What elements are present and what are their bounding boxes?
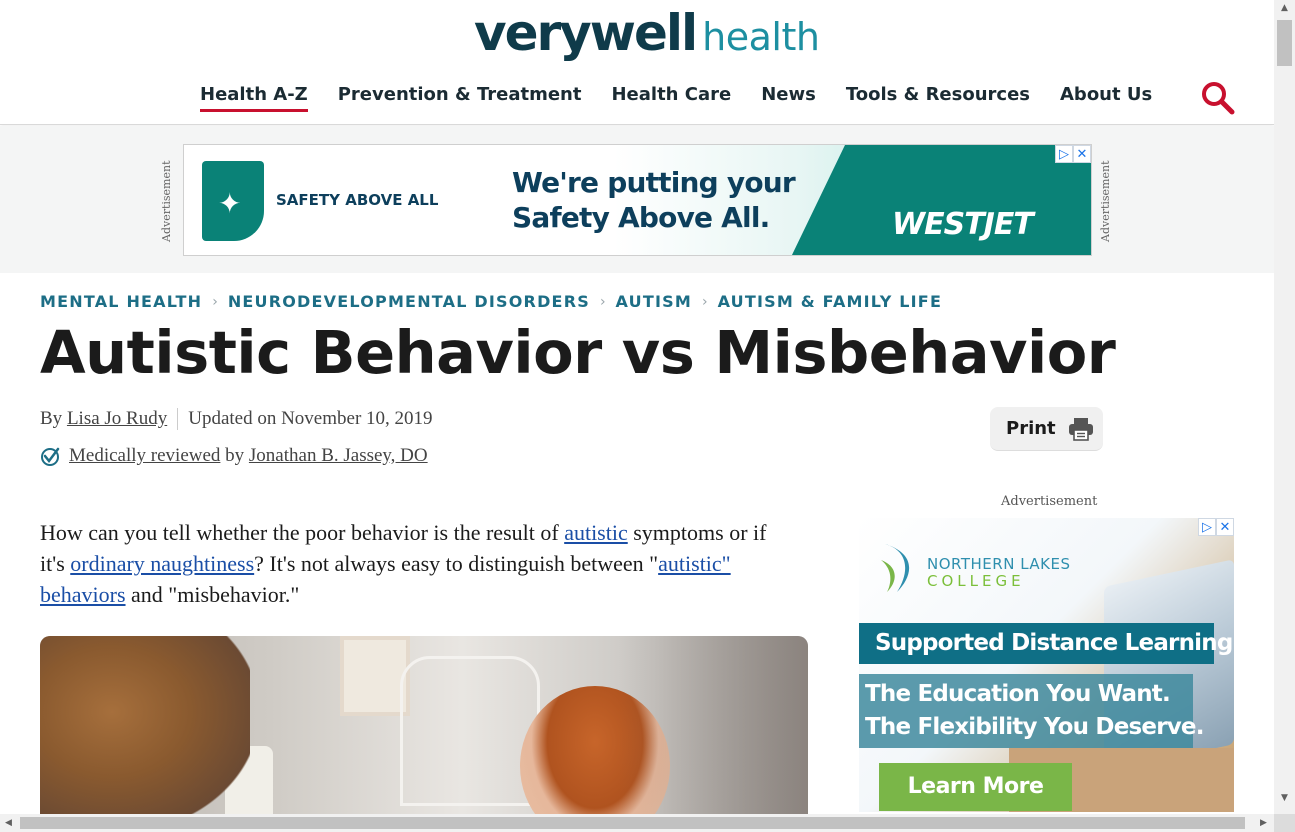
college-name-line2: COLLEGE (927, 572, 1025, 590)
scroll-down-icon[interactable]: ▼ (1274, 790, 1295, 807)
westjet-shield-logo: ✦ (202, 161, 264, 241)
college-name-line1: NORTHERN LAKES (927, 555, 1071, 573)
scroll-up-icon[interactable]: ▲ (1274, 0, 1295, 17)
ad-tagline-line2: The Flexibility You Deserve. (865, 714, 1204, 740)
intro-text: ? It's not always easy to distinguish be… (254, 551, 659, 576)
scroll-right-icon[interactable]: ▶ (1255, 814, 1272, 832)
breadcrumb-autism-family-life[interactable]: AUTISM & FAMILY LIFE (718, 292, 943, 311)
chevron-right-icon: › (701, 293, 708, 310)
site-logo[interactable]: verywell health (474, 4, 820, 66)
article-intro: How can you tell whether the poor behavi… (40, 517, 780, 610)
adchoices-icon[interactable]: ▷ (1198, 518, 1216, 536)
search-button[interactable] (1200, 80, 1236, 116)
medical-review-line: Medically reviewed by Jonathan B. Jassey… (40, 445, 428, 467)
adchoices-icon[interactable]: ▷ (1055, 145, 1073, 163)
breadcrumb-autism[interactable]: AUTISM (616, 292, 692, 311)
intro-text: How can you tell whether the poor behavi… (40, 520, 565, 545)
ad-tagline-line1: The Education You Want. (865, 681, 1171, 707)
author-link[interactable]: Lisa Jo Rudy (67, 408, 167, 430)
nav-item-about-us[interactable]: About Us (1060, 84, 1152, 112)
logo-wordmark-bold: verywell (474, 4, 698, 62)
ad-band-distance-learning: Supported Distance Learning (859, 623, 1233, 664)
horizontal-scrollbar[interactable]: ◀ ▶ (0, 814, 1274, 832)
intro-text: and "misbehavior." (125, 582, 300, 607)
article-hero-image (40, 636, 808, 826)
byline-prefix: By (40, 408, 63, 429)
printer-icon (1068, 417, 1093, 441)
ad-brand-name: WESTJET (892, 207, 1034, 242)
maple-leaf-icon: ✦ (218, 187, 242, 220)
chevron-right-icon: › (599, 293, 606, 310)
ad-band-tagline: The Education You Want. The Flexibility … (859, 674, 1204, 748)
chevron-right-icon: › (212, 293, 218, 310)
updated-date: Updated on November 10, 2019 (188, 408, 433, 429)
print-button[interactable]: Print (990, 407, 1103, 451)
close-icon[interactable]: ✕ (1216, 518, 1234, 536)
college-name: NORTHERN LAKES COLLEGE (927, 556, 1071, 590)
nav-item-news[interactable]: News (761, 84, 816, 112)
breadcrumb-mental-health[interactable]: MENTAL HEALTH (40, 292, 202, 311)
vertical-scroll-thumb[interactable] (1277, 20, 1292, 66)
vertical-scrollbar[interactable]: ▲ ▼ (1274, 0, 1295, 814)
ad-safety-text: SAFETY ABOVE ALL (276, 191, 439, 209)
medically-reviewed-link[interactable]: Medically reviewed (69, 445, 220, 467)
ad-headline-line2: Safety Above All. (512, 201, 770, 234)
print-label: Print (1006, 418, 1056, 439)
college-logo-icon (881, 544, 910, 592)
ad-headline-line1: We're putting your (512, 166, 796, 199)
byline: By Lisa Jo Rudy Updated on November 10, … (40, 408, 433, 430)
westjet-ad-banner[interactable]: ✦ SAFETY ABOVE ALL We're putting your Sa… (183, 144, 1092, 256)
close-icon[interactable]: ✕ (1073, 145, 1091, 163)
site-header: verywell health Health A-Z Prevention & … (0, 0, 1274, 125)
nav-item-tools-resources[interactable]: Tools & Resources (846, 84, 1030, 112)
article-title: Autistic Behavior vs Misbehavior (40, 318, 1116, 387)
main-nav: Health A-Z Prevention & Treatment Health… (200, 84, 1182, 112)
ad-label-right: Advertisement (1099, 160, 1112, 242)
nav-item-health-care[interactable]: Health Care (611, 84, 731, 112)
horizontal-scroll-thumb[interactable] (20, 817, 1245, 829)
ad-controls: ▷ ✕ (1055, 145, 1091, 163)
northern-lakes-ad[interactable]: NORTHERN LAKES COLLEGE Supported Distanc… (859, 518, 1234, 812)
ad-label-left: Advertisement (160, 160, 173, 242)
search-icon (1202, 82, 1235, 115)
side-ad-label: Advertisement (1001, 494, 1098, 509)
learn-more-button[interactable]: Learn More (879, 763, 1072, 811)
reviewer-link[interactable]: Jonathan B. Jassey, DO (249, 445, 428, 467)
hero-photo-woman (40, 636, 250, 826)
byline-divider (177, 408, 179, 430)
scroll-left-icon[interactable]: ◀ (0, 814, 17, 832)
scrollbar-corner (1274, 814, 1295, 832)
ad-headline: We're putting your Safety Above All. (512, 165, 796, 235)
reviewed-by-prefix: by (225, 445, 245, 466)
logo-wordmark-light: health (702, 15, 820, 59)
nav-item-health-a-z[interactable]: Health A-Z (200, 84, 308, 112)
side-ad-controls: ▷ ✕ (1198, 518, 1234, 536)
hero-photo-shelf (400, 656, 540, 806)
hero-photo-shade (618, 636, 808, 826)
verified-check-icon (41, 447, 60, 466)
breadcrumb: MENTAL HEALTH › NEURODEVELOPMENTAL DISOR… (40, 292, 942, 311)
nav-item-prevention-treatment[interactable]: Prevention & Treatment (338, 84, 582, 112)
ordinary-naughtiness-link[interactable]: ordinary naughtiness (70, 551, 254, 576)
breadcrumb-neurodevelopmental-disorders[interactable]: NEURODEVELOPMENTAL DISORDERS (228, 292, 590, 311)
autistic-link[interactable]: autistic (564, 520, 628, 545)
